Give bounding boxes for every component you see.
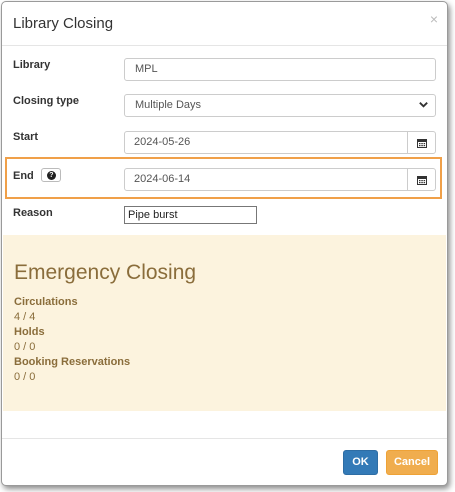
circulations-label: Circulations (14, 296, 78, 308)
closing-type-label: Closing type (13, 95, 80, 107)
library-label: Library (13, 59, 51, 71)
closing-type-value: Multiple Days (135, 99, 202, 111)
dialog-header: Library Closing × (2, 2, 447, 46)
reason-input[interactable]: Pipe burst (124, 206, 257, 224)
end-date-field[interactable]: 2024-06-14 (124, 168, 436, 191)
dialog-title: Library Closing (13, 15, 114, 32)
emergency-title: Emergency Closing (14, 261, 197, 284)
question-circle-icon: ? (46, 171, 56, 180)
emergency-closing-panel: Emergency Closing Circulations 4 / 4 Hol… (3, 235, 446, 411)
library-field[interactable]: MPL (124, 58, 436, 81)
end-label: End (13, 169, 34, 182)
calendar-icon (416, 175, 427, 185)
cancel-button[interactable]: Cancel (386, 450, 438, 475)
library-value: MPL (135, 63, 158, 75)
booking-reservations-label: Booking Reservations (14, 356, 131, 368)
calendar-icon (416, 138, 427, 148)
end-date-value: 2024-06-14 (134, 173, 191, 185)
holds-value: 0 / 0 (14, 341, 36, 353)
close-icon[interactable]: × (430, 11, 438, 27)
end-label-group: End ? (13, 168, 61, 183)
ok-button[interactable]: OK (343, 450, 378, 475)
booking-reservations-value: 0 / 0 (14, 371, 36, 383)
reason-label: Reason (13, 207, 53, 219)
footer-divider (2, 438, 447, 439)
start-date-field[interactable]: 2024-05-26 (124, 131, 436, 154)
closing-type-select[interactable]: Multiple Days (124, 94, 436, 117)
holds-label: Holds (14, 326, 45, 338)
start-label: Start (13, 131, 39, 143)
start-date-value: 2024-05-26 (134, 136, 191, 148)
help-button[interactable]: ? (40, 168, 61, 182)
end-calendar-button[interactable] (407, 168, 435, 191)
circulations-value: 4 / 4 (14, 311, 36, 323)
start-calendar-button[interactable] (407, 131, 435, 154)
chevron-down-icon (418, 97, 429, 118)
library-closing-dialog: Library Closing × Library MPL Closing ty… (1, 1, 448, 486)
